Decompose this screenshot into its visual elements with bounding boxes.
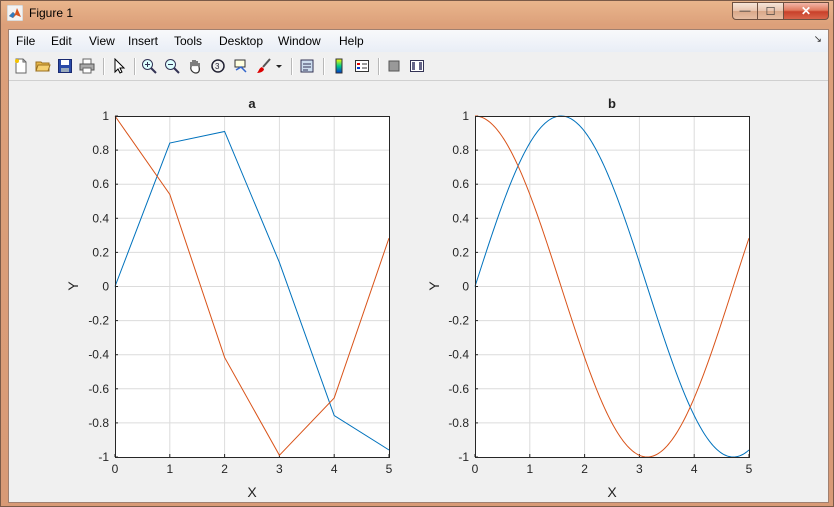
pointer-icon[interactable] bbox=[110, 57, 128, 75]
print-icon[interactable] bbox=[78, 57, 96, 75]
menu-tools[interactable]: Tools bbox=[174, 34, 202, 48]
y-tick-label: -0.2 bbox=[88, 314, 109, 328]
y-tick-label: -1 bbox=[98, 450, 109, 464]
zoom-in-icon[interactable] bbox=[140, 57, 158, 75]
figure-client-area: File Edit View Insert Tools Desktop Wind… bbox=[8, 29, 829, 503]
x-tick-label: 0 bbox=[112, 462, 119, 476]
open-file-icon[interactable] bbox=[34, 57, 52, 75]
figure-canvas: a X Y 0 1 2 3 4 5 1 0.8 0.6 0.4 0.2 0 -0.2 -0.4 -0.6 -0… bbox=[9, 81, 828, 502]
title-bar[interactable]: Figure 1 — ☐ ✕ bbox=[1, 1, 834, 27]
y-tick-label: 0.6 bbox=[452, 177, 469, 191]
y-tick-label: -0.2 bbox=[448, 314, 469, 328]
menu-help[interactable]: Help bbox=[339, 34, 364, 48]
menu-bar: File Edit View Insert Tools Desktop Wind… bbox=[9, 30, 828, 52]
y-tick-label: 0 bbox=[102, 280, 109, 294]
new-figure-icon[interactable] bbox=[12, 57, 30, 75]
x-tick-label: 1 bbox=[526, 462, 533, 476]
maximize-button[interactable]: ☐ bbox=[758, 2, 784, 20]
y-tick-label: 1 bbox=[462, 109, 469, 123]
legend-icon[interactable] bbox=[353, 57, 371, 75]
y-tick-label: -0.6 bbox=[88, 382, 109, 396]
x-tick-label: 2 bbox=[581, 462, 588, 476]
y-tick-label: 0.6 bbox=[92, 177, 109, 191]
x-tick-label: 5 bbox=[746, 462, 753, 476]
zoom-out-icon[interactable] bbox=[163, 57, 181, 75]
figure-window: Figure 1 — ☐ ✕ File Edit View Insert Too… bbox=[0, 0, 834, 507]
rotate-3d-icon[interactable]: 3 bbox=[209, 57, 227, 75]
x-tick-label: 4 bbox=[691, 462, 698, 476]
menu-edit[interactable]: Edit bbox=[51, 34, 72, 48]
y-tick-label: 0.4 bbox=[452, 211, 469, 225]
brush-dropdown-icon[interactable] bbox=[273, 57, 285, 75]
axes-b[interactable]: b X Y 0 1 2 3 4 5 1 0.8 0.6 0.4 0.2 0 -0.2 -0.4 -0.6 -0… bbox=[426, 96, 753, 500]
y-tick-label: 0.4 bbox=[92, 211, 109, 225]
menu-file[interactable]: File bbox=[16, 34, 35, 48]
plots-svg: a X Y 0 1 2 3 4 5 1 0.8 0.6 0.4 0.2 0 -0.2 -0.4 -0.6 -0… bbox=[65, 96, 753, 500]
x-tick-label: 4 bbox=[331, 462, 338, 476]
x-axis-label: X bbox=[247, 484, 257, 500]
window-title: Figure 1 bbox=[29, 6, 74, 20]
y-tick-label: 0 bbox=[462, 280, 469, 294]
data-cursor-icon[interactable] bbox=[232, 57, 250, 75]
x-tick-label: 0 bbox=[472, 462, 479, 476]
menu-view[interactable]: View bbox=[89, 34, 115, 48]
show-plot-tools-icon[interactable] bbox=[408, 57, 426, 75]
y-tick-label: -0.4 bbox=[88, 348, 109, 362]
close-icon: ✕ bbox=[800, 4, 812, 18]
y-tick-label: 1 bbox=[102, 109, 109, 123]
save-icon[interactable] bbox=[56, 57, 74, 75]
x-tick-label: 5 bbox=[386, 462, 393, 476]
y-tick-label: 0.2 bbox=[92, 245, 109, 259]
menu-insert[interactable]: Insert bbox=[128, 34, 158, 48]
y-tick-label: 0.8 bbox=[92, 143, 109, 157]
toolbar-separator bbox=[323, 58, 325, 75]
x-tick-label: 3 bbox=[636, 462, 643, 476]
dock-arrow-icon[interactable]: ↘ bbox=[814, 34, 822, 45]
x-tick-label: 2 bbox=[221, 462, 228, 476]
y-tick-label: 0.8 bbox=[452, 143, 469, 157]
y-axis-label: Y bbox=[65, 281, 81, 291]
x-axis-label: X bbox=[607, 484, 617, 500]
y-tick-label: -0.8 bbox=[88, 416, 109, 430]
matlab-logo-icon bbox=[6, 4, 24, 22]
link-plot-icon[interactable] bbox=[298, 57, 316, 75]
minimize-icon: — bbox=[739, 5, 751, 17]
close-button[interactable]: ✕ bbox=[784, 2, 829, 20]
axes-title: a bbox=[248, 96, 256, 111]
svg-text:3: 3 bbox=[215, 62, 220, 71]
y-tick-label: -1 bbox=[458, 450, 469, 464]
y-tick-label: -0.6 bbox=[448, 382, 469, 396]
window-controls: — ☐ ✕ bbox=[732, 2, 829, 21]
colorbar-icon[interactable] bbox=[330, 57, 348, 75]
brush-icon[interactable] bbox=[255, 57, 273, 75]
y-tick-label: 0.2 bbox=[452, 245, 469, 259]
menu-desktop[interactable]: Desktop bbox=[219, 34, 263, 48]
maximize-icon: ☐ bbox=[765, 5, 776, 18]
y-tick-label: -0.8 bbox=[448, 416, 469, 430]
toolbar-separator bbox=[103, 58, 105, 75]
axes-a[interactable]: a X Y 0 1 2 3 4 5 1 0.8 0.6 0.4 0.2 0 -0.2 -0.4 -0.6 -0… bbox=[65, 96, 393, 500]
y-tick-label: -0.4 bbox=[448, 348, 469, 362]
pan-hand-icon[interactable] bbox=[186, 57, 204, 75]
figure-toolbar: 3 bbox=[9, 53, 828, 81]
x-tick-label: 3 bbox=[276, 462, 283, 476]
x-tick-label: 1 bbox=[166, 462, 173, 476]
toolbar-separator bbox=[291, 58, 293, 75]
y-axis-label: Y bbox=[426, 281, 442, 291]
minimize-button[interactable]: — bbox=[732, 2, 758, 20]
menu-window[interactable]: Window bbox=[278, 34, 321, 48]
hide-plot-tools-icon[interactable] bbox=[385, 57, 403, 75]
toolbar-separator bbox=[378, 58, 380, 75]
axes-title: b bbox=[608, 96, 616, 111]
toolbar-separator bbox=[134, 58, 136, 75]
